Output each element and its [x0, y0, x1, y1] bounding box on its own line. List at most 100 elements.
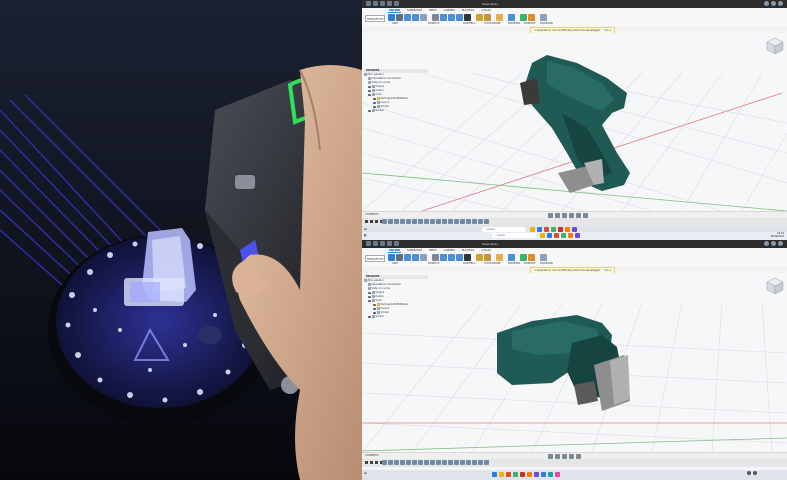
- eye-icon[interactable]: [368, 315, 371, 318]
- timeline-feature-icon[interactable]: [442, 219, 447, 224]
- timeline-feature-icon[interactable]: [460, 460, 465, 465]
- app-icon[interactable]: [506, 472, 511, 477]
- eye-icon[interactable]: [373, 307, 376, 310]
- app-icon[interactable]: [575, 233, 580, 238]
- timeline-feature-icon[interactable]: [430, 219, 435, 224]
- timeline-feature-icon[interactable]: [436, 460, 441, 465]
- timeline-feature-icon[interactable]: [388, 219, 393, 224]
- eye-icon[interactable]: [373, 105, 376, 108]
- eye-icon[interactable]: [373, 311, 376, 314]
- viewcube-icon[interactable]: [766, 37, 784, 55]
- timeline-feature-icon[interactable]: [478, 219, 483, 224]
- eye-icon[interactable]: [368, 291, 371, 294]
- windows-start-icon[interactable]: ⊞: [364, 471, 367, 475]
- group-select[interactable]: SELEZIONA: [540, 262, 553, 265]
- group-create[interactable]: CREA: [392, 262, 398, 265]
- press-pull-icon[interactable]: [432, 14, 439, 21]
- play-icon[interactable]: [375, 220, 378, 223]
- measure-icon[interactable]: [508, 254, 515, 261]
- tab-sheet-metal[interactable]: LAMIERA: [443, 249, 456, 253]
- tab-utilities[interactable]: UTILITÀ: [480, 9, 492, 13]
- save-link[interactable]: Salva: [604, 29, 611, 32]
- play-icon[interactable]: [375, 461, 378, 464]
- timeline-feature-icon[interactable]: [406, 219, 411, 224]
- extrude-icon[interactable]: [404, 14, 411, 21]
- file-explorer-icon[interactable]: [540, 233, 545, 238]
- workspace-switcher[interactable]: PROGETTO: [365, 15, 385, 22]
- shell-icon[interactable]: [456, 14, 463, 21]
- offset-plane-icon[interactable]: [496, 254, 503, 261]
- redo-icon[interactable]: [394, 241, 399, 246]
- press-pull-icon[interactable]: [432, 254, 439, 261]
- timeline-feature-icon[interactable]: [472, 460, 477, 465]
- app-icon[interactable]: [534, 472, 539, 477]
- timeline-feature-icon[interactable]: [472, 219, 477, 224]
- group-inspect[interactable]: ISPEZIONA: [508, 22, 520, 25]
- timeline-feature-icon[interactable]: [406, 460, 411, 465]
- tab-surface[interactable]: SUPERFICIE: [406, 9, 423, 13]
- shell-icon[interactable]: [456, 254, 463, 261]
- browser-app-icon[interactable]: [547, 233, 552, 238]
- save-icon[interactable]: [380, 1, 385, 6]
- app-icon[interactable]: [492, 472, 497, 477]
- timeline-feature-icon[interactable]: [394, 460, 399, 465]
- group-create[interactable]: CREA: [392, 22, 398, 25]
- timeline-feature-icon[interactable]: [424, 460, 429, 465]
- new-component-icon[interactable]: [388, 254, 395, 261]
- notification-icon[interactable]: [764, 241, 769, 246]
- move-icon[interactable]: [464, 254, 471, 261]
- viewport-top[interactable]: BROWSER (Non salvato) Impostazioni docum…: [362, 33, 787, 211]
- chamfer-icon[interactable]: [448, 14, 455, 21]
- select-icon[interactable]: [540, 14, 547, 21]
- eye-icon[interactable]: [368, 85, 371, 88]
- insert-icon[interactable]: [520, 14, 527, 21]
- sketch-icon[interactable]: [396, 254, 403, 261]
- rewind-icon[interactable]: [365, 220, 368, 223]
- search-input[interactable]: ⌕ Cerca: [492, 233, 536, 238]
- tab-utilities[interactable]: UTILITÀ: [480, 249, 492, 253]
- timeline-feature-icon[interactable]: [418, 219, 423, 224]
- group-modify[interactable]: MODIFICA: [428, 22, 439, 25]
- fusion-app-icon[interactable]: [527, 472, 532, 477]
- file-explorer-icon[interactable]: [499, 472, 504, 477]
- hole-icon[interactable]: [420, 14, 427, 21]
- tab-solid[interactable]: SOLIDO: [388, 249, 402, 253]
- timeline-feature-icon[interactable]: [424, 219, 429, 224]
- select-icon[interactable]: [540, 254, 547, 261]
- fillet-icon[interactable]: [440, 254, 447, 261]
- app-icon[interactable]: [548, 472, 553, 477]
- group-construct[interactable]: COSTRUZIONE: [484, 22, 501, 25]
- redo-icon[interactable]: [394, 1, 399, 6]
- tab-plastic[interactable]: PLASTICA: [461, 9, 475, 13]
- timeline-feature-icon[interactable]: [448, 219, 453, 224]
- viewcube-icon[interactable]: [766, 277, 784, 295]
- as-built-joint-icon[interactable]: [484, 254, 491, 261]
- rewind-icon[interactable]: [365, 461, 368, 464]
- revolve-icon[interactable]: [412, 14, 419, 21]
- volume-icon[interactable]: [753, 471, 757, 475]
- group-insert[interactable]: INSERISCI: [524, 262, 535, 265]
- group-inspect[interactable]: ISPEZIONA: [508, 262, 520, 265]
- group-select[interactable]: SELEZIONA: [540, 22, 553, 25]
- tab-mesh[interactable]: MESH: [428, 249, 437, 253]
- group-assemble[interactable]: ASSEMBLA: [463, 22, 475, 25]
- network-icon[interactable]: [747, 471, 751, 475]
- undo-icon[interactable]: [387, 241, 392, 246]
- help-icon[interactable]: [771, 241, 776, 246]
- timeline-feature-icon[interactable]: [466, 219, 471, 224]
- back-icon[interactable]: [370, 461, 373, 464]
- timeline-feature-icon[interactable]: [454, 460, 459, 465]
- save-link[interactable]: Salva: [604, 269, 611, 272]
- timeline-feature-icon[interactable]: [400, 219, 405, 224]
- eye-icon[interactable]: [373, 101, 376, 104]
- timeline-feature-icon[interactable]: [448, 460, 453, 465]
- fillet-icon[interactable]: [440, 14, 447, 21]
- insert-icon[interactable]: [520, 254, 527, 261]
- timeline-feature-icon[interactable]: [412, 460, 417, 465]
- fusion-app-icon[interactable]: [568, 233, 573, 238]
- eye-icon[interactable]: [368, 295, 371, 298]
- sketch-icon[interactable]: [396, 14, 403, 21]
- group-modify[interactable]: MODIFICA: [428, 262, 439, 265]
- timeline-feature-icon[interactable]: [388, 460, 393, 465]
- eye-icon[interactable]: [368, 93, 371, 96]
